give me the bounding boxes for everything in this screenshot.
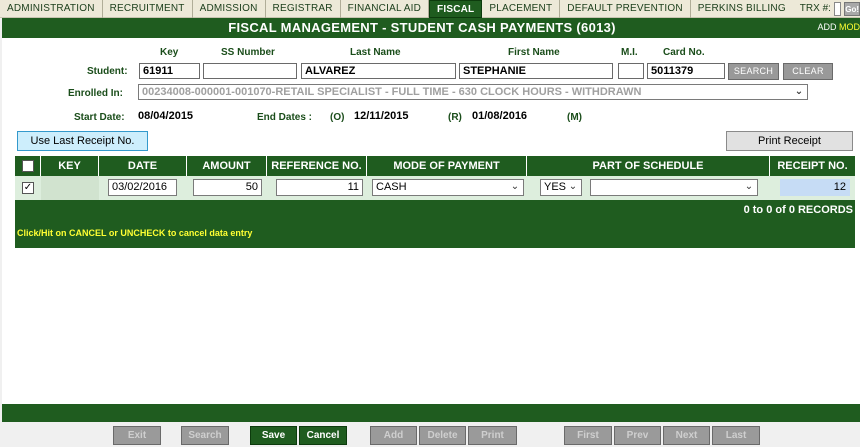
next-button[interactable]: Next bbox=[663, 426, 710, 445]
label-start-date: Start Date: bbox=[74, 112, 125, 123]
print-button[interactable]: Print bbox=[468, 426, 517, 445]
mode-mod: MOD bbox=[839, 22, 860, 32]
chevron-down-icon: ⌄ bbox=[568, 181, 578, 192]
label-end-dates: End Dates : bbox=[257, 112, 313, 123]
label-ss-number: SS Number bbox=[221, 47, 275, 58]
page-title: FISCAL MANAGEMENT - STUDENT CASH PAYMENT… bbox=[228, 20, 616, 35]
header-key: KEY bbox=[41, 156, 99, 176]
last-button[interactable]: Last bbox=[712, 426, 760, 445]
header-select-all bbox=[15, 156, 41, 176]
cancel-hint: Click/Hit on CANCEL or UNCHECK to cancel… bbox=[17, 228, 253, 238]
header-reference-no: REFERENCE NO. bbox=[267, 156, 367, 176]
trx-label: TRX #: bbox=[799, 3, 831, 14]
search-toolbar-button[interactable]: Search bbox=[181, 426, 229, 445]
nav-financial-aid[interactable]: FINANCIAL AID bbox=[341, 0, 430, 18]
chevron-down-icon: ⌄ bbox=[744, 181, 754, 192]
row-checkbox[interactable]: ✓ bbox=[22, 182, 34, 194]
use-last-receipt-button[interactable]: Use Last Receipt No. bbox=[17, 131, 148, 151]
ss-number-field[interactable] bbox=[203, 63, 297, 79]
header-receipt-no: RECEIPT NO. bbox=[777, 160, 848, 172]
header-amount: AMOUNT bbox=[187, 156, 267, 176]
enrolled-in-select[interactable]: 00234008-000001-001070-RETAIL SPECIALIST… bbox=[138, 84, 808, 100]
save-button[interactable]: Save bbox=[250, 426, 297, 445]
prev-button[interactable]: Prev bbox=[614, 426, 661, 445]
nav-placement[interactable]: PLACEMENT bbox=[482, 0, 561, 18]
part-of-schedule-yes-select[interactable]: YES ⌄ bbox=[540, 179, 582, 196]
go-button[interactable]: Go! bbox=[844, 1, 860, 16]
card-no-field[interactable]: 5011379 bbox=[647, 63, 725, 79]
header-mode-of-payment: MODE OF PAYMENT bbox=[367, 156, 527, 176]
row-key-cell bbox=[41, 176, 99, 200]
label-first-name: First Name bbox=[508, 47, 560, 58]
mode-of-payment-select[interactable]: CASH ⌄ bbox=[372, 179, 524, 196]
search-button[interactable]: SEARCH bbox=[728, 63, 779, 80]
last-name-field[interactable]: ALVAREZ bbox=[301, 63, 456, 79]
amount-input[interactable]: 50 bbox=[193, 179, 262, 196]
start-date-value: 08/04/2015 bbox=[138, 110, 194, 122]
header-part-of-schedule: PART OF SCHEDULE bbox=[527, 156, 770, 176]
end-r-value: 01/08/2016 bbox=[472, 110, 528, 122]
mode-add: ADD bbox=[817, 22, 837, 32]
label-card-no: Card No. bbox=[663, 47, 705, 58]
first-button[interactable]: First bbox=[564, 426, 612, 445]
enrolled-in-value: 00234008-000001-001070-RETAIL SPECIALIST… bbox=[142, 86, 642, 98]
nav-admission[interactable]: ADMISSION bbox=[193, 0, 266, 18]
end-o-tag: (O) bbox=[330, 112, 345, 123]
records-bar: 0 to 0 of 0 RECORDS Click/Hit on CANCEL … bbox=[15, 200, 855, 248]
chevron-down-icon: ⌄ bbox=[510, 181, 520, 192]
label-mi: M.I. bbox=[621, 47, 638, 58]
end-r-tag: (R) bbox=[448, 112, 462, 123]
label-last-name: Last Name bbox=[350, 47, 401, 58]
grid-header: KEY DATE AMOUNT REFERENCE NO. MODE OF PA… bbox=[15, 156, 855, 176]
date-input[interactable]: 03/02/2016 bbox=[108, 179, 177, 196]
mode-indicator: ADD MOD bbox=[817, 22, 860, 32]
mode-of-payment-value: CASH bbox=[376, 181, 407, 193]
title-bar: FISCAL MANAGEMENT - STUDENT CASH PAYMENT… bbox=[2, 18, 860, 38]
label-enrolled-in: Enrolled In: bbox=[68, 88, 123, 99]
part-of-schedule-yes-value: YES bbox=[544, 181, 567, 193]
add-button[interactable]: Add bbox=[370, 426, 417, 445]
table-row: ✓ 03/02/2016 50 11 CASH ⌄ YES ⌄ ⌄ 12 bbox=[15, 176, 855, 200]
select-all-checkbox[interactable] bbox=[22, 160, 34, 172]
bottom-toolbar: Exit Search Save Cancel Add Delete Print… bbox=[0, 422, 860, 447]
nav-recruitment[interactable]: RECRUITMENT bbox=[103, 0, 193, 18]
delete-button[interactable]: Delete bbox=[419, 426, 466, 445]
nav-registrar[interactable]: REGISTRAR bbox=[266, 0, 341, 18]
print-receipt-button[interactable]: Print Receipt bbox=[726, 131, 853, 151]
nav-administration[interactable]: ADMINISTRATION bbox=[0, 0, 103, 18]
nav-fiscal[interactable]: FISCAL bbox=[429, 0, 483, 18]
end-o-value: 12/11/2015 bbox=[354, 110, 409, 122]
reference-no-input[interactable]: 11 bbox=[276, 179, 363, 196]
clear-button[interactable]: CLEAR bbox=[783, 63, 833, 80]
trx-input[interactable] bbox=[833, 1, 842, 16]
end-m-tag: (M) bbox=[567, 112, 582, 123]
top-navigation: ADMINISTRATION RECRUITMENT ADMISSION REG… bbox=[0, 0, 860, 18]
record-count: 0 to 0 of 0 RECORDS bbox=[743, 204, 853, 216]
exit-button[interactable]: Exit bbox=[113, 426, 161, 445]
footer-band bbox=[2, 404, 860, 422]
header-date: DATE bbox=[99, 156, 187, 176]
cancel-button[interactable]: Cancel bbox=[299, 426, 347, 445]
receipt-no-input[interactable]: 12 bbox=[780, 179, 850, 196]
mi-field[interactable] bbox=[618, 63, 644, 79]
label-student: Student: bbox=[87, 66, 128, 77]
schedule-select[interactable]: ⌄ bbox=[590, 179, 758, 196]
student-key-field[interactable]: 61911 bbox=[139, 63, 200, 79]
label-key: Key bbox=[160, 47, 179, 58]
first-name-field[interactable]: STEPHANIE bbox=[459, 63, 613, 79]
nav-default-prevention[interactable]: DEFAULT PREVENTION bbox=[560, 0, 691, 18]
nav-perkins-billing[interactable]: PERKINS BILLING bbox=[691, 0, 793, 18]
chevron-down-icon: ⌄ bbox=[794, 86, 804, 97]
